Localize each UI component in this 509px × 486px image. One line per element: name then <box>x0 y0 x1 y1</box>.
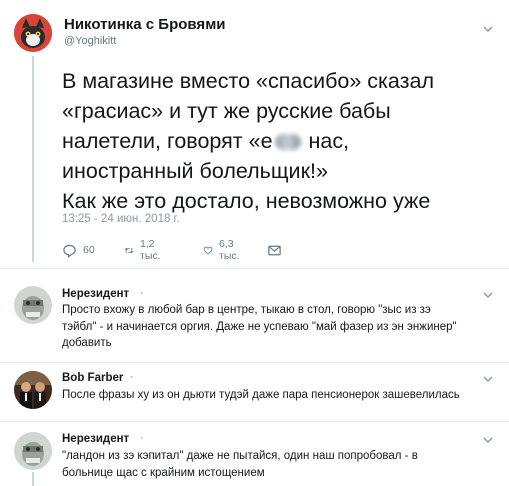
divider <box>0 268 509 269</box>
reply-author-name[interactable]: Нерезидент <box>62 288 129 300</box>
reply-tweet: Bob Farber · После фразы ху из он дьюти … <box>0 363 509 421</box>
author-handle[interactable]: @Yoghikitt <box>64 35 116 47</box>
reply-tweet: Нерезидент · Просто вхожу в любой бар в … <box>0 278 509 362</box>
thread-line <box>32 56 34 262</box>
chevron-down-icon[interactable] <box>481 433 495 447</box>
separator-dot: · <box>140 432 144 444</box>
author-name[interactable]: Никотинка с Бровями <box>64 16 226 33</box>
envelope-icon <box>268 245 281 255</box>
like-count: 6,3 тыс. <box>219 238 240 262</box>
retweet-button[interactable]: 1,2 тыс. <box>124 238 166 262</box>
reply-text: Просто вхожу в любой бар в центре, тыкаю… <box>62 302 487 352</box>
reply-line: "ландон из зэ кэпитал" даже не пытайся, … <box>62 450 418 462</box>
reply-button[interactable]: 60 <box>62 242 95 258</box>
message-button[interactable] <box>267 242 282 258</box>
reply-icon <box>63 244 76 258</box>
reply-author-name[interactable]: Bob Farber <box>62 372 123 384</box>
reply-text: "ландон из зэ кэпитал" даже не пытайся, … <box>62 448 487 481</box>
tweet-line: Как же это достало, невозможно уже <box>62 189 431 213</box>
like-button[interactable]: 6,3 тыс. <box>203 238 245 262</box>
reply-line: больнице щас с крайним истощением <box>62 466 265 479</box>
reply-line: тэйбл" - и начинается оргия. Даже не усп… <box>62 320 457 333</box>
author-avatar[interactable] <box>14 14 52 52</box>
tweet-line: В магазине вместо «спасибо» сказал <box>62 69 434 93</box>
reply-count: 60 <box>83 244 95 256</box>
reply-avatar[interactable] <box>14 432 52 470</box>
tweet-line: «грасиас» и тут же русские бабы <box>62 99 391 123</box>
reply-text: После фразы ху из он дьюти тудэй даже па… <box>62 387 487 404</box>
retweet-count: 1,2 тыс. <box>140 238 161 262</box>
thread-line <box>32 472 34 486</box>
reply-line: добавить <box>62 337 112 349</box>
retweet-icon <box>124 247 134 253</box>
censored-word <box>274 134 301 151</box>
chevron-down-icon[interactable] <box>481 22 495 36</box>
reply-line: После фразы ху из он дьюти тудэй даже па… <box>62 389 460 401</box>
tweet-text: В магазине вместо «спасибо» сказал «грас… <box>62 66 502 216</box>
heart-icon <box>203 246 213 254</box>
chevron-down-icon[interactable] <box>481 288 495 302</box>
tweet-line: иностранный болельщик!» <box>62 159 328 183</box>
main-tweet: Никотинка с Бровями @Yoghikitt В магазин… <box>0 0 509 262</box>
separator-dot: · <box>140 287 144 299</box>
tweet-line: налетели, говорят «е нас, <box>62 126 502 156</box>
chevron-down-icon[interactable] <box>481 372 495 386</box>
reply-line: Просто вхожу в любой бар в центре, тыкаю… <box>62 304 431 316</box>
reply-avatar[interactable] <box>14 371 52 409</box>
tweet-line-part: налетели, говорят «е <box>62 129 273 153</box>
reply-author-name[interactable]: Нерезидент <box>62 433 129 445</box>
reply-avatar[interactable] <box>14 286 52 324</box>
tweet-timestamp[interactable]: 13:25 - 24 июн. 2018 г. <box>62 213 180 225</box>
separator-dot: · <box>130 371 134 383</box>
tweet-line-part: нас, <box>302 129 350 153</box>
reply-tweet: Нерезидент · "ландон из зэ кэпитал" даже… <box>0 422 509 486</box>
